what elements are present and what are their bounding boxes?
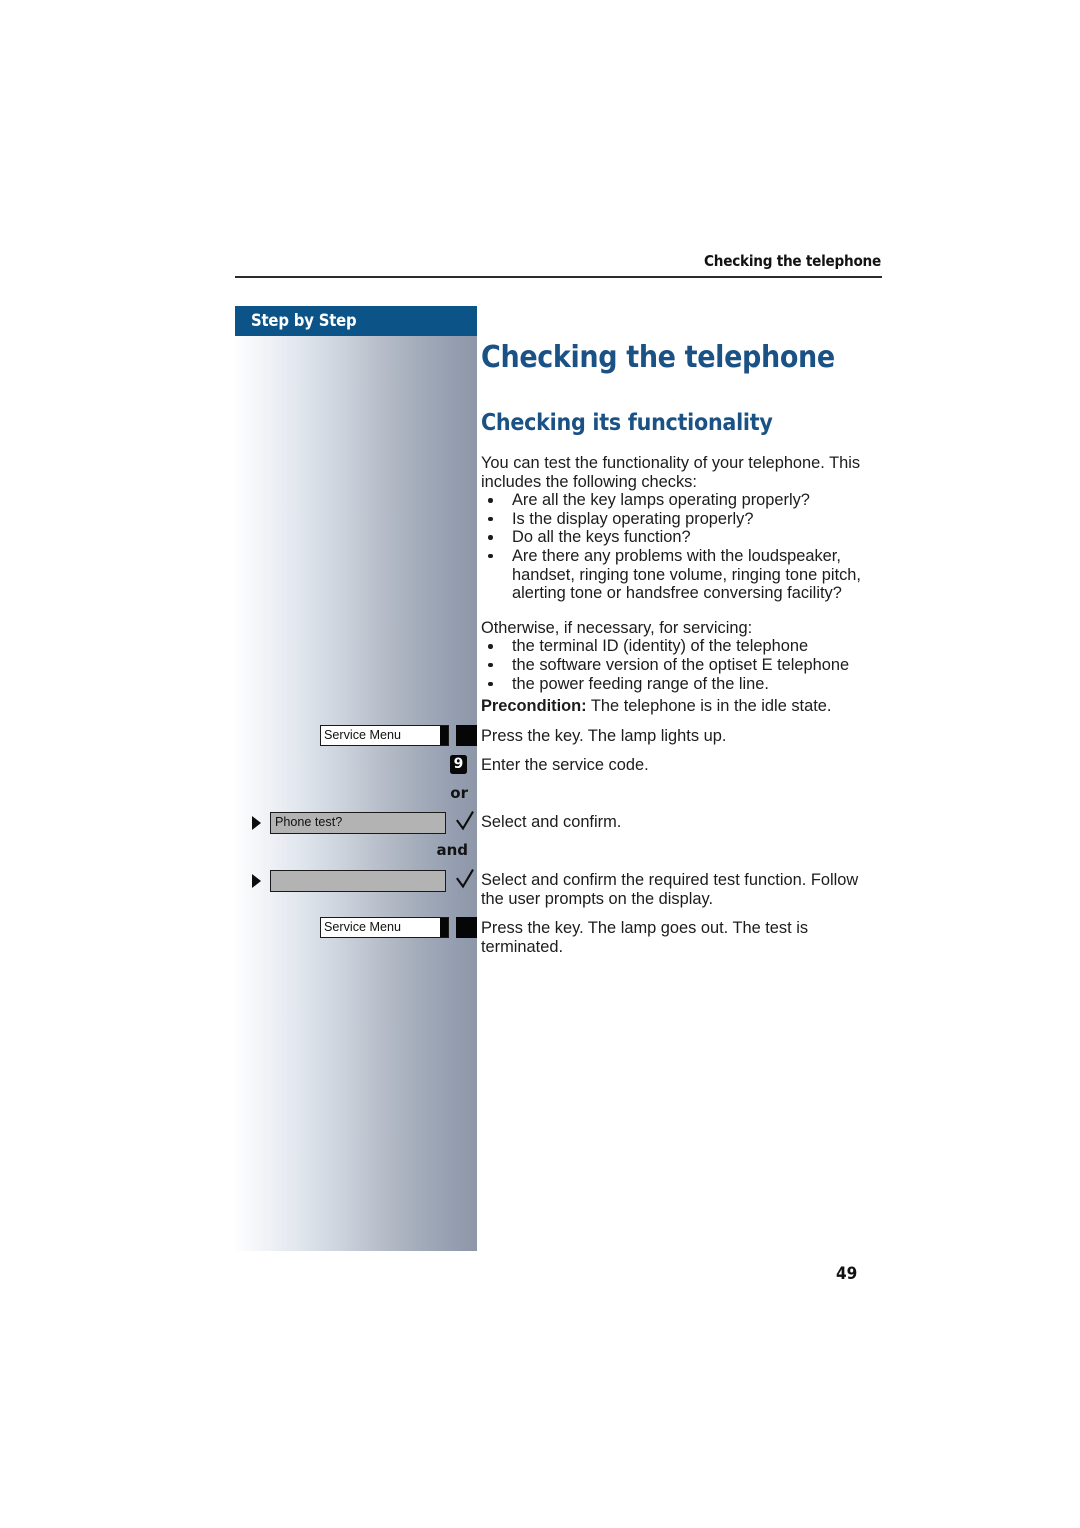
step-by-step-sidebar (235, 306, 477, 1251)
step-1-instruction: Press the key. The lamp lights up. (481, 727, 727, 745)
list-item-text: Are there any problems with the loudspea… (512, 546, 861, 603)
service-menu-key-2[interactable]: Service Menu (320, 917, 477, 938)
bullet-icon (488, 553, 493, 559)
list-item: the terminal ID (identity) of the teleph… (481, 637, 885, 656)
precondition-text: The telephone is in the idle state. (586, 697, 832, 715)
list-item-text: Do all the keys function? (512, 528, 691, 547)
key-lamp-icon (456, 725, 477, 746)
list-item: Do all the keys function? (481, 528, 885, 547)
section-title: Checking its functionality (481, 410, 773, 436)
step-4-instruction: Select and confirm the required test fun… (481, 871, 859, 908)
list-item-text: the power feeding range of the line. (512, 674, 769, 693)
header-divider (235, 276, 882, 278)
list-item-text: the software version of the optiset E te… (512, 655, 850, 674)
list-item: Are there any problems with the loudspea… (481, 547, 885, 603)
bullet-icon (488, 516, 493, 522)
servicing-intro: Otherwise, if necessary, for servicing: (481, 618, 753, 637)
list-item-text: Are all the key lamps operating properly… (512, 491, 810, 510)
display-field-text: Phone test? (270, 812, 446, 834)
scroll-right-triangle-icon (252, 816, 261, 830)
list-item-text: the terminal ID (identity) of the teleph… (512, 637, 809, 656)
body-content: You can test the functionality of your t… (481, 454, 885, 693)
confirm-check-icon[interactable] (455, 867, 475, 891)
step-by-step-band: Step by Step (235, 306, 477, 336)
bullet-icon (488, 535, 493, 540)
list-item: the software version of the optiset E te… (481, 656, 885, 675)
display-field-text (270, 870, 446, 892)
bullet-icon (488, 498, 493, 503)
list-item: the power feeding range of the line. (481, 675, 885, 694)
list-item: Is the display operating properly? (481, 510, 885, 529)
step-3-instruction: Select and confirm. (481, 813, 622, 831)
precondition-line: Precondition: The telephone is in the id… (481, 697, 885, 716)
scroll-right-triangle-icon (252, 874, 261, 888)
step-5-instruction: Press the key. The lamp goes out. The te… (481, 919, 809, 956)
connector-or: or (450, 784, 468, 802)
document-page: Checking the telephone Step by Step Chec… (0, 0, 1080, 1528)
bullet-icon (488, 681, 493, 687)
servicing-list: the terminal ID (identity) of the teleph… (481, 637, 885, 693)
key-lamp-icon (456, 917, 477, 938)
service-menu-key-label: Service Menu (320, 725, 441, 746)
bullet-icon (488, 662, 493, 668)
key-end-bar-icon (440, 725, 449, 746)
checks-list: Are all the key lamps operating properly… (481, 491, 885, 603)
keypad-key-9[interactable]: 9 (450, 755, 467, 774)
list-item: Are all the key lamps operating properly… (481, 491, 885, 510)
intro-paragraph: You can test the functionality of your t… (481, 454, 861, 491)
connector-and: and (436, 841, 468, 859)
step-2-instruction: Enter the service code. (481, 756, 649, 774)
page-title: Checking the telephone (481, 340, 835, 375)
service-menu-key-1[interactable]: Service Menu (320, 725, 477, 746)
list-item-text: Is the display operating properly? (512, 509, 754, 528)
display-row-phone-test[interactable]: Phone test? (252, 809, 482, 834)
step-by-step-label: Step by Step (251, 311, 357, 330)
precondition-label: Precondition: (481, 697, 587, 715)
display-row-test-function[interactable] (252, 867, 482, 892)
running-header-title: Checking the telephone (704, 252, 881, 270)
bullet-icon (488, 644, 493, 649)
page-number: 49 (836, 1264, 858, 1284)
confirm-check-icon[interactable] (455, 809, 475, 833)
key-end-bar-icon (440, 917, 449, 938)
service-menu-key-label: Service Menu (320, 917, 441, 938)
